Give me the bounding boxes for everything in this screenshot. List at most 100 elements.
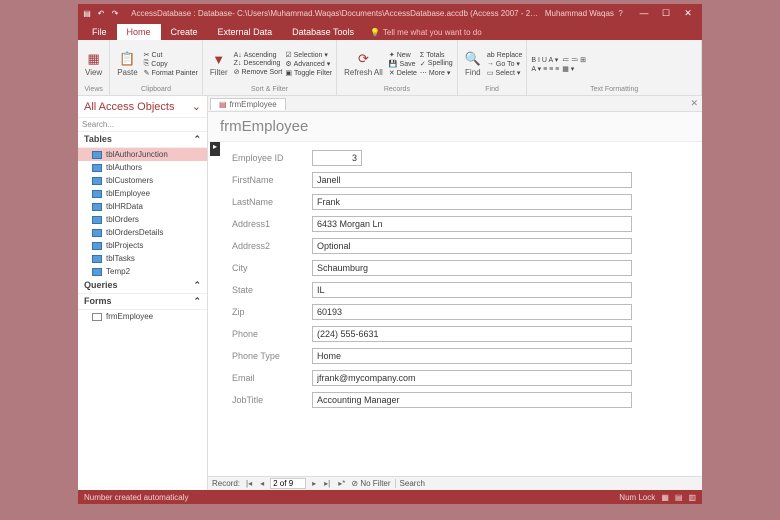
record-position[interactable] [270,478,306,489]
group-label: Clipboard [114,86,198,93]
nav-pane: All Access Objects⌄ Search... Tables⌃tbl… [78,96,208,490]
field-input-phone type[interactable] [312,348,632,364]
tab-file[interactable]: File [82,24,117,40]
record-nav: Record: |◂ ◂ ▸ ▸| ▸* ⊘ No Filter Search [208,476,702,490]
view-datasheet-icon[interactable]: ▤ [675,493,683,502]
group-label: Find [462,86,523,93]
field-input-email[interactable] [312,370,632,386]
tell-me[interactable]: 💡Tell me what you want to do [364,25,488,40]
form-body: ▸ Employee IDFirstNameLastNameAddress1Ad… [208,142,702,476]
remove-sort-button[interactable]: ⊘ Remove Sort [234,68,283,76]
field-row: FirstName [232,172,688,188]
first-record-button[interactable]: |◂ [244,479,254,488]
selection-button[interactable]: ☑ Selection ▾ [285,51,332,59]
toggle-filter-button[interactable]: ▣ Toggle Filter [285,69,332,77]
nav-item-tblauthorjunction[interactable]: tblAuthorJunction [78,148,207,161]
prev-record-button[interactable]: ◂ [258,479,266,488]
refresh-icon: ⟳ [358,51,369,67]
nav-cat-tables[interactable]: Tables⌃ [78,132,207,148]
close-icon[interactable]: ✕ [678,8,698,19]
nav-cat-queries[interactable]: Queries⌃ [78,278,207,294]
nav-item-tblcustomers[interactable]: tblCustomers [78,174,207,187]
field-input-state[interactable] [312,282,632,298]
field-label: Employee ID [232,153,312,163]
table-icon [92,242,102,250]
view-form-icon[interactable]: ▦ [661,493,669,502]
find-button[interactable]: 🔍Find [462,50,484,78]
next-record-button[interactable]: ▸ [310,479,318,488]
table-icon [92,190,102,198]
table-icon [92,216,102,224]
nav-item-tblhrdata[interactable]: tblHRData [78,200,207,213]
goto-button[interactable]: → Go To ▾ [487,60,522,68]
field-input-employee id[interactable] [312,150,362,166]
field-input-jobtitle[interactable] [312,392,632,408]
field-input-address1[interactable] [312,216,632,232]
field-row: Zip [232,304,688,320]
nav-item-tblemployee[interactable]: tblEmployee [78,187,207,200]
save-button[interactable]: 💾 Save [389,60,417,68]
tab-home[interactable]: Home [117,24,161,40]
table-icon [92,255,102,263]
field-input-phone[interactable] [312,326,632,342]
view-button[interactable]: ▦View [82,50,105,78]
nav-cat-forms[interactable]: Forms⌃ [78,294,207,310]
view-layout-icon[interactable]: ▥ [688,493,696,502]
new-record-button[interactable]: ▸* [336,479,347,488]
no-filter[interactable]: ⊘ No Filter [351,479,390,488]
field-label: FirstName [232,175,312,185]
field-input-lastname[interactable] [312,194,632,210]
nav-item-tblordersdetails[interactable]: tblOrdersDetails [78,226,207,239]
copy-button[interactable]: ⎘ Copy [144,60,198,68]
field-input-address2[interactable] [312,238,632,254]
tab-external-data[interactable]: External Data [208,24,283,40]
format-painter-button[interactable]: ✎ Format Painter [144,69,198,77]
minimize-icon[interactable]: — [634,8,654,19]
delete-button[interactable]: ✕ Delete [389,69,417,77]
close-doc-icon[interactable]: ✕ [690,98,698,109]
search-box[interactable]: Search [395,479,425,488]
group-label: Views [82,86,105,93]
group-clipboard: 📋Paste ✂ Cut ⎘ Copy ✎ Format Painter Cli… [110,40,203,95]
totals-button[interactable]: Σ Totals [420,52,453,59]
new-button[interactable]: ✦ New [389,51,417,59]
last-record-button[interactable]: ▸| [322,479,332,488]
nav-item-tblauthors[interactable]: tblAuthors [78,161,207,174]
paste-button[interactable]: 📋Paste [114,50,140,78]
undo-icon[interactable]: ↶ [96,8,106,18]
tab-create[interactable]: Create [161,24,208,40]
refresh-button[interactable]: ⟳Refresh All [341,50,386,78]
select-button[interactable]: ▭ Select ▾ [487,69,522,77]
document-tabs: ▤frmEmployee ✕ [208,96,702,112]
more-button[interactable]: ⋯ More ▾ [420,69,453,77]
field-input-firstname[interactable] [312,172,632,188]
field-input-city[interactable] [312,260,632,276]
tab-database-tools[interactable]: Database Tools [282,24,364,40]
main-area: ▤frmEmployee ✕ frmEmployee ▸ Employee ID… [208,96,702,490]
nav-item-tbltasks[interactable]: tblTasks [78,252,207,265]
ascending-button[interactable]: A↓ Ascending [234,52,283,59]
redo-icon[interactable]: ↷ [110,8,120,18]
nav-item-temp2[interactable]: Temp2 [78,265,207,278]
record-selector[interactable]: ▸ [210,142,220,156]
cut-button[interactable]: ✂ Cut [144,51,198,59]
nav-item-frmemployee[interactable]: frmEmployee [78,310,207,323]
spelling-button[interactable]: ✓ Spelling [420,60,453,68]
nav-search[interactable]: Search... [78,118,207,132]
titlebar: ▤ ↶ ↷ AccessDatabase : Database- C:\User… [78,4,702,22]
field-row: Phone Type [232,348,688,364]
descending-button[interactable]: Z↓ Descending [234,60,283,67]
replace-button[interactable]: ab Replace [487,52,522,59]
form-title: frmEmployee [208,112,702,142]
save-icon[interactable]: ▤ [82,8,92,18]
field-row: State [232,282,688,298]
advanced-button[interactable]: ⚙ Advanced ▾ [285,60,332,68]
field-input-zip[interactable] [312,304,632,320]
nav-item-tblorders[interactable]: tblOrders [78,213,207,226]
field-row: Employee ID [232,150,688,166]
filter-button[interactable]: ▼Filter [207,51,231,78]
nav-header[interactable]: All Access Objects⌄ [78,96,207,118]
nav-item-tblprojects[interactable]: tblProjects [78,239,207,252]
doctab-frmemployee[interactable]: ▤frmEmployee [210,98,286,110]
maximize-icon[interactable]: ☐ [656,8,676,19]
